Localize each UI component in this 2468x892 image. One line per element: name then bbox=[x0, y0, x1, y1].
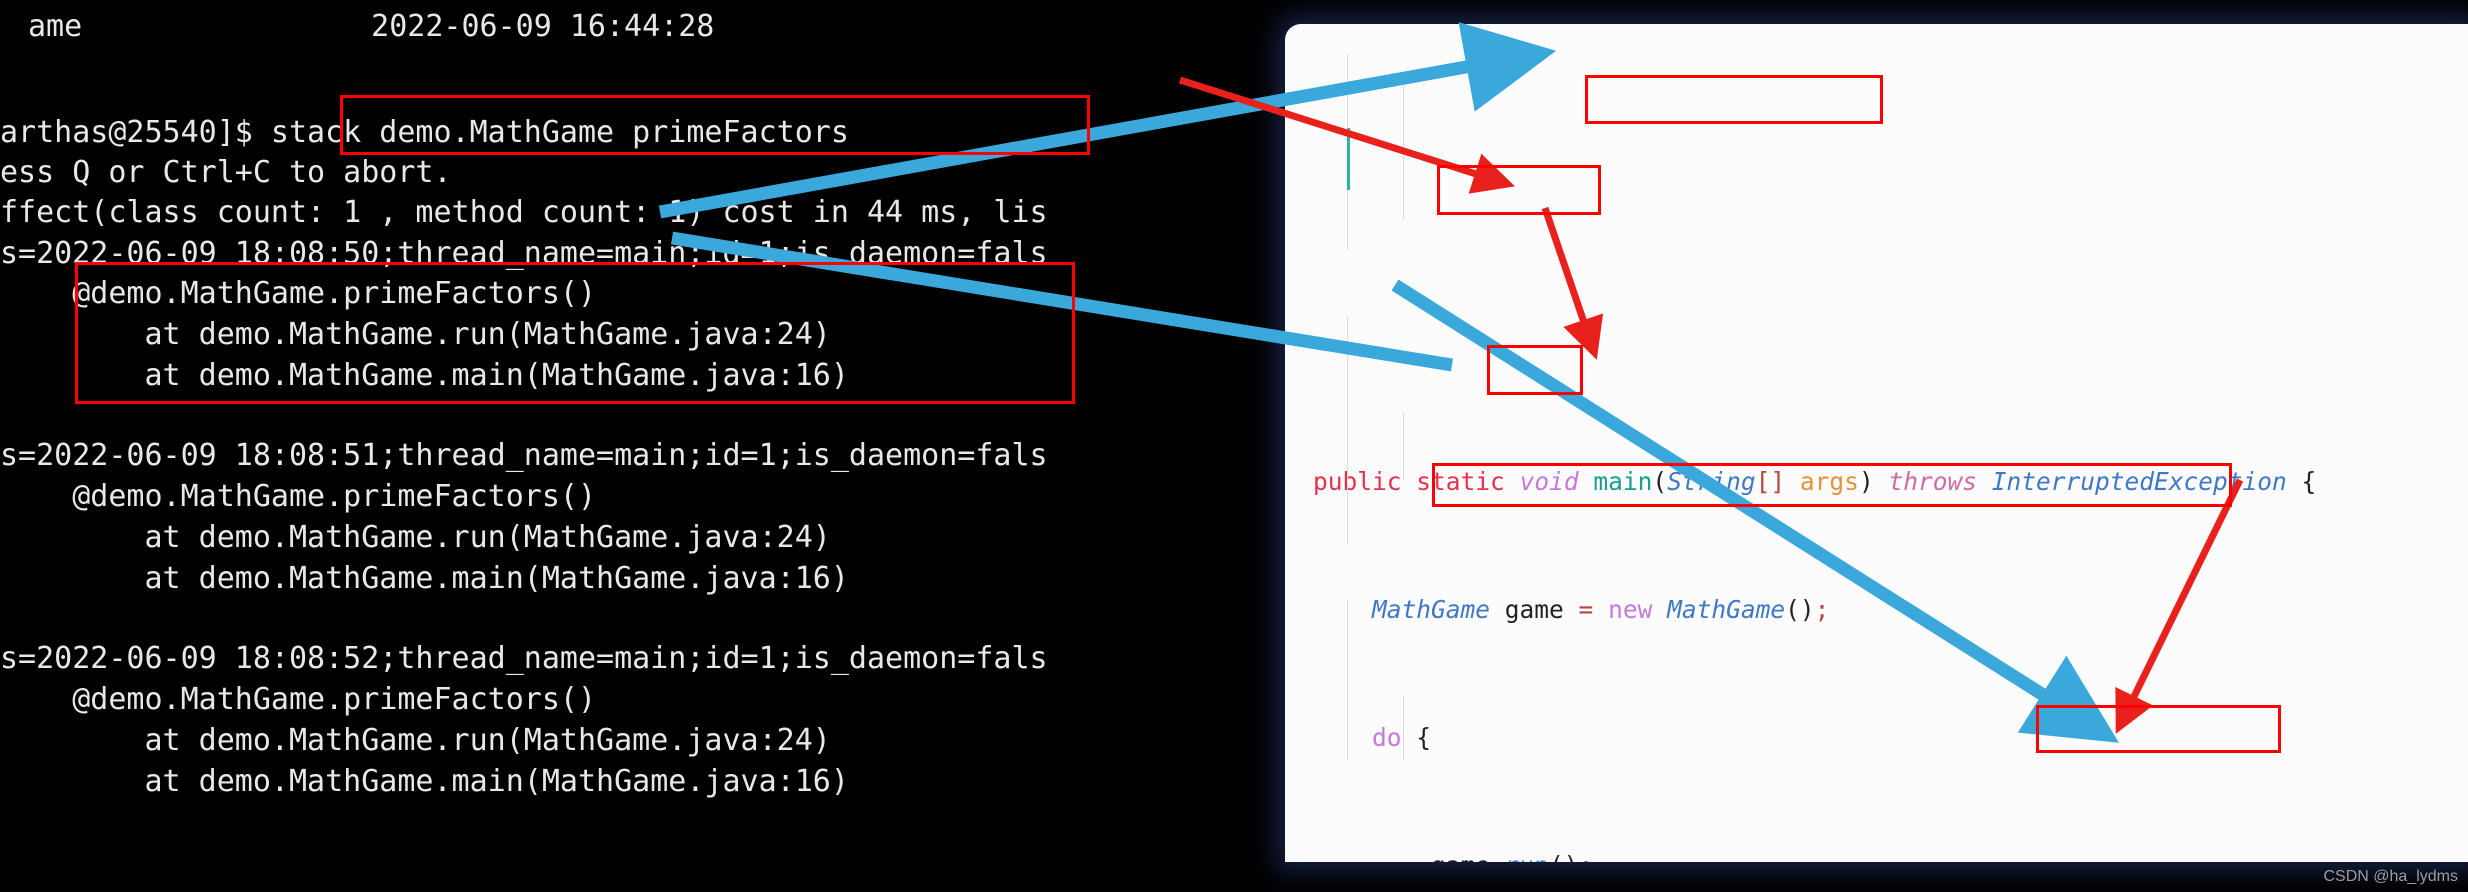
code-line: do { bbox=[1372, 723, 1432, 752]
terminal-line: @demo.MathGame.primeFactors() bbox=[0, 682, 597, 717]
terminal-line: @demo.MathGame.primeFactors() bbox=[0, 276, 597, 311]
code-line: game.run(); bbox=[1313, 850, 2468, 862]
terminal-line: at demo.MathGame.run(MathGame.java:24) bbox=[0, 723, 831, 758]
terminal-line: s=2022-06-09 18:08:50;thread_name=main;i… bbox=[0, 236, 1048, 271]
indent-guide-active bbox=[1347, 128, 1350, 190]
terminal-line: @demo.MathGame.primeFactors() bbox=[0, 479, 597, 514]
watermark: CSDN @ha_lydms bbox=[2323, 868, 2459, 885]
indent-guide bbox=[1403, 84, 1404, 220]
terminal-line: ess Q or Ctrl+C to abort. bbox=[0, 155, 452, 190]
terminal-line: at demo.MathGame.main(MathGame.java:16) bbox=[0, 358, 849, 393]
code-content: public static void main(String[] args) t… bbox=[1285, 24, 2468, 862]
terminal-line: ffect(class count: 1 , method count: 1) … bbox=[0, 195, 1048, 230]
terminal-line-command: arthas@25540]$ stack demo.MathGame prime… bbox=[0, 115, 849, 150]
terminal-line: s=2022-06-09 18:08:51;thread_name=main;i… bbox=[0, 438, 1048, 473]
screenshot-stage: ame 2022-06-09 16:44:28 arthas@25540]$ s… bbox=[0, 0, 2468, 892]
code-line: public static void main(String[] args) t… bbox=[1313, 467, 2317, 496]
indent-guide bbox=[1347, 316, 1348, 544]
indent-guide bbox=[1347, 600, 1348, 760]
terminal-line: ame 2022-06-09 16:44:28 bbox=[28, 9, 715, 44]
code-line: MathGame game = new MathGame(); bbox=[1372, 595, 1830, 624]
terminal-line: at demo.MathGame.main(MathGame.java:16) bbox=[0, 764, 849, 799]
indent-guide bbox=[1403, 412, 1404, 480]
terminal-line: at demo.MathGame.run(MathGame.java:24) bbox=[0, 317, 831, 352]
terminal-line: at demo.MathGame.main(MathGame.java:16) bbox=[0, 561, 849, 596]
terminal-panel[interactable]: ame 2022-06-09 16:44:28 arthas@25540]$ s… bbox=[0, 0, 1290, 892]
terminal-line: s=2022-06-09 18:08:52;thread_name=main;i… bbox=[0, 641, 1048, 676]
indent-guide bbox=[1403, 696, 1404, 760]
code-editor-panel[interactable]: public static void main(String[] args) t… bbox=[1285, 24, 2468, 862]
terminal-line: at demo.MathGame.run(MathGame.java:24) bbox=[0, 520, 831, 555]
